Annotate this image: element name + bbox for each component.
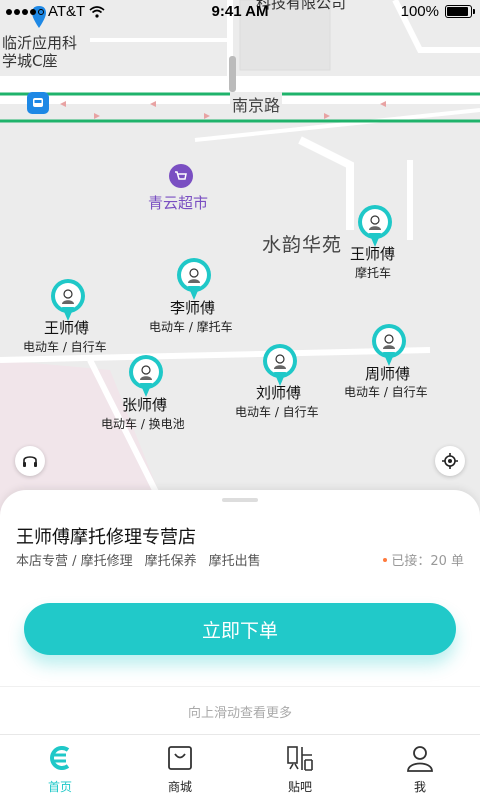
area-label: 水韵华苑 bbox=[262, 234, 343, 256]
supermarket-icon[interactable] bbox=[169, 164, 193, 188]
locate-button[interactable] bbox=[435, 446, 465, 476]
master-tags: 电动车 / 自行车 bbox=[344, 385, 428, 399]
master-tags: 电动车 / 摩托车 bbox=[149, 320, 233, 334]
locate-icon bbox=[442, 453, 458, 469]
master-tags: 电动车 / 换电池 bbox=[101, 417, 185, 431]
profile-icon bbox=[403, 741, 437, 775]
tab-label: 贴吧 bbox=[287, 780, 312, 794]
tab-bar: 首页 商城 贴吧 我 bbox=[0, 734, 480, 800]
order-now-button[interactable]: 立即下单 bbox=[24, 603, 456, 655]
master-name: 张师傅 bbox=[122, 396, 168, 414]
tab-label: 我 bbox=[413, 780, 426, 794]
accepted-dot bbox=[383, 557, 388, 562]
master-pin-icon bbox=[372, 324, 406, 368]
tab-label: 商城 bbox=[167, 780, 192, 794]
master-tags: 电动车 / 自行车 bbox=[23, 340, 107, 354]
master-name: 周师傅 bbox=[365, 365, 411, 383]
shop-title: 王师傅摩托修理专营店 bbox=[16, 527, 196, 548]
tab-me[interactable]: 我 bbox=[360, 735, 480, 800]
shop-services: 本店专营 / 摩托修理 摩托保养 摩托出售 bbox=[16, 550, 261, 569]
master-pin-icon bbox=[177, 258, 211, 302]
battery-percent: 100% bbox=[400, 3, 439, 20]
master-name: 李师傅 bbox=[170, 299, 216, 317]
divider bbox=[0, 686, 480, 687]
master-name: 王师傅 bbox=[44, 319, 90, 337]
accepted-count: 已接：20 单 bbox=[391, 554, 464, 569]
service-tag: 本店专营 / 摩托修理 bbox=[16, 554, 133, 569]
master-pin-icon bbox=[129, 355, 163, 399]
tab-mall[interactable]: 商城 bbox=[120, 735, 240, 800]
poi-school-label: 临沂应用科 学城C座 bbox=[2, 34, 78, 70]
swipe-up-hint: 向上滑动查看更多 bbox=[187, 706, 292, 721]
sheet-handle[interactable] bbox=[222, 498, 258, 502]
accepted-orders: 已接：20 单 bbox=[383, 550, 464, 569]
headset-icon bbox=[23, 456, 37, 467]
status-bar: AT&T 9:41 AM 100% bbox=[0, 0, 480, 26]
master-tags: 摩托车 bbox=[355, 266, 392, 280]
map-view[interactable]: 临沂应用科 学城C座 科技有限公司 南京路 青云超市 水韵华苑 王师傅 摩托车 … bbox=[0, 0, 480, 520]
supermarket-label: 青云超市 bbox=[148, 194, 209, 212]
bus-stop-icon[interactable] bbox=[27, 92, 49, 114]
shop-sheet[interactable]: 王师傅摩托修理专营店 本店专营 / 摩托修理 摩托保养 摩托出售 已接：20 单… bbox=[0, 490, 480, 740]
map-background bbox=[0, 0, 480, 520]
shopping-bag-icon bbox=[163, 741, 197, 775]
road-label: 南京路 bbox=[230, 92, 283, 116]
master-name: 刘师傅 bbox=[256, 384, 302, 402]
customer-service-button[interactable] bbox=[15, 446, 45, 476]
master-name: 王师傅 bbox=[350, 245, 396, 263]
battery-icon bbox=[445, 5, 475, 18]
tab-label: 首页 bbox=[47, 780, 72, 794]
service-tag: 摩托保养 bbox=[144, 554, 197, 569]
home-icon bbox=[43, 741, 77, 775]
tab-tieba[interactable]: 贴吧 bbox=[240, 735, 360, 800]
service-tag: 摩托出售 bbox=[208, 554, 261, 569]
tieba-icon bbox=[283, 741, 317, 775]
tab-home[interactable]: 首页 bbox=[0, 735, 120, 800]
master-tags: 电动车 / 自行车 bbox=[235, 405, 319, 419]
